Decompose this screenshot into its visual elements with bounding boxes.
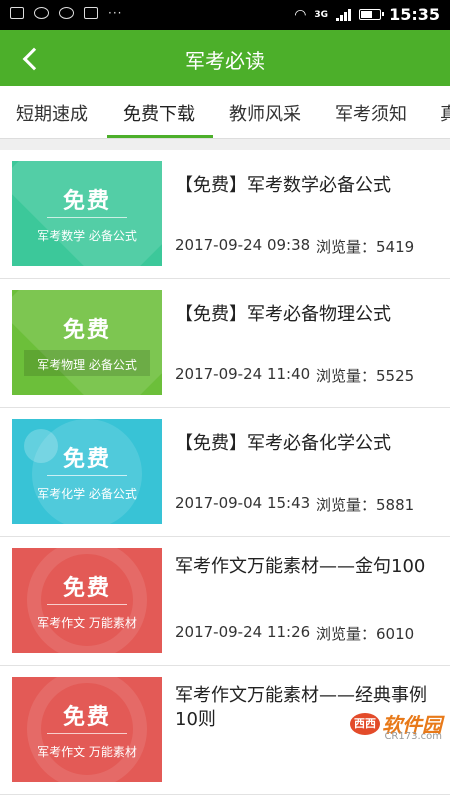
tab-notice[interactable]: 军考须知: [335, 100, 407, 126]
item-views: 浏览量：5525: [316, 367, 415, 385]
status-bar: ··· ◠ 3G 15:35: [0, 0, 450, 30]
thumb-free-label: 免费: [62, 447, 111, 472]
tab-more[interactable]: 真: [440, 100, 450, 126]
watermark: 西西 软件园 CR173.com: [350, 709, 442, 742]
item-title: 【免费】军考必备化学公式: [175, 433, 391, 454]
thumb-subtitle: 军考作文 万能素材: [37, 616, 137, 630]
list-item[interactable]: 免费 军考数学 必备公式 【免费】军考数学必备公式 2017-09-24 09:…: [0, 150, 450, 279]
image-icon: [10, 7, 24, 19]
item-views: 浏览量：5881: [316, 496, 415, 514]
list-item[interactable]: 免费 军考作文 万能素材 军考作文万能素材——金句100 2017-09-24 …: [0, 537, 450, 666]
thumb-free-label: 免费: [62, 576, 111, 601]
thumbnail: 免费 军考作文 万能素材: [12, 548, 162, 653]
network-type: 3G: [314, 9, 329, 20]
tab-bar: 短期速成 免费下载 教师风采 军考须知 真: [0, 86, 450, 139]
item-date: 2017-09-24 09:38: [175, 236, 311, 254]
list-item[interactable]: 免费 军考物理 必备公式 【免费】军考必备物理公式 2017-09-24 11:…: [0, 279, 450, 408]
thumbnail: 免费 军考作文 万能素材: [12, 677, 162, 782]
bag-icon: [84, 7, 98, 19]
thumbnail: 免费 军考物理 必备公式: [12, 290, 162, 395]
item-date: 2017-09-04 15:43: [175, 494, 311, 512]
item-views: 浏览量：6010: [316, 625, 415, 643]
thumb-subtitle: 军考数学 必备公式: [37, 229, 137, 243]
watermark-sub: CR173.com: [384, 731, 442, 742]
item-title: 【免费】军考必备物理公式: [175, 304, 391, 325]
thumb-subtitle: 军考化学 必备公式: [37, 487, 137, 501]
notification-icons: ···: [10, 6, 122, 20]
item-date: 2017-09-24 11:26: [175, 623, 311, 641]
title-bar: 军考必读: [0, 30, 450, 86]
thumb-free-label: 免费: [62, 318, 111, 343]
tab-free-download[interactable]: 免费下载: [123, 100, 195, 126]
signal-icon: [336, 8, 352, 21]
item-views: 浏览量：5419: [316, 238, 415, 256]
wechat-icon-2: [59, 7, 74, 19]
tab-teachers[interactable]: 教师风采: [229, 100, 301, 126]
active-tab-indicator: [107, 135, 213, 138]
thumb-free-label: 免费: [62, 189, 111, 214]
thumb-subtitle: 军考物理 必备公式: [37, 358, 137, 372]
clock: 15:35: [389, 5, 440, 24]
watermark-logo-icon: 西西: [350, 712, 380, 735]
list-item[interactable]: 免费 军考化学 必备公式 【免费】军考必备化学公式 2017-09-04 15:…: [0, 408, 450, 537]
wifi-icon: ◠: [294, 6, 307, 23]
battery-icon: [359, 9, 385, 20]
item-date: 2017-09-24 11:40: [175, 365, 311, 383]
thumb-subtitle: 军考作文 万能素材: [37, 745, 137, 759]
thumb-free-label: 免费: [62, 705, 111, 730]
thumbnail: 免费 军考化学 必备公式: [12, 419, 162, 524]
item-title: 【免费】军考数学必备公式: [175, 175, 391, 196]
page-title: 军考必读: [185, 49, 265, 73]
tab-short-course[interactable]: 短期速成: [16, 100, 88, 126]
item-title: 军考作文万能素材——金句100: [175, 556, 426, 577]
thumbnail: 免费 军考数学 必备公式: [12, 161, 162, 266]
wechat-icon: [34, 7, 49, 19]
more-dots-icon: ···: [108, 6, 123, 20]
